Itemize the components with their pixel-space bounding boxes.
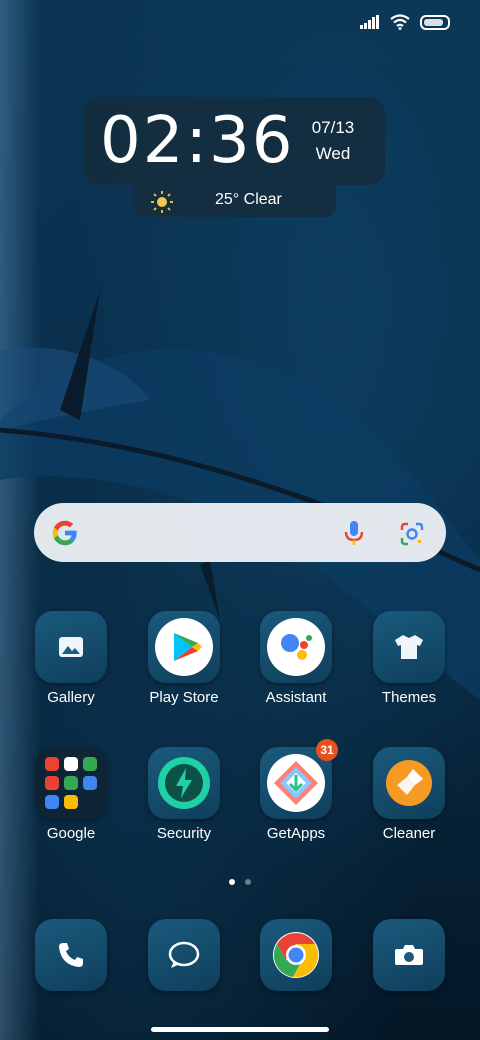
page-dot[interactable] [245, 879, 251, 885]
app-themes[interactable]: Themes [353, 611, 465, 706]
page-dot-active[interactable] [229, 879, 235, 885]
notification-badge: 31 [316, 739, 338, 761]
google-app-icon [45, 757, 59, 771]
messages-icon [168, 941, 200, 968]
cleaner-icon [373, 747, 445, 819]
app-label: Cleaner [382, 825, 436, 842]
phone-icon [59, 943, 83, 967]
camera-icon [395, 945, 423, 965]
getapps-icon: 31 [260, 739, 338, 819]
youtube-icon [45, 776, 59, 790]
photos-icon [64, 795, 78, 809]
google-lens-icon[interactable] [399, 521, 425, 547]
app-getapps[interactable]: 31 GetApps [240, 739, 352, 842]
play-store-icon [148, 611, 220, 683]
app-label: Assistant [265, 689, 327, 706]
app-label: GetApps [266, 825, 326, 842]
chrome-mini-icon [83, 757, 97, 771]
duo-icon [83, 776, 97, 790]
weather-text: 25° Clear [215, 191, 282, 208]
signal-icon [360, 15, 379, 29]
page-indicator [229, 879, 251, 885]
battery-icon [420, 14, 450, 30]
themes-icon [373, 611, 445, 683]
app-play-store[interactable]: Play Store [128, 611, 240, 706]
dock-messages[interactable] [148, 919, 220, 991]
app-google-folder[interactable]: Google [15, 747, 127, 842]
mic-icon[interactable] [342, 519, 366, 547]
gallery-icon [35, 611, 107, 683]
google-search-bar[interactable] [34, 503, 446, 562]
chrome-icon [273, 932, 319, 978]
status-bar [360, 14, 450, 30]
home-indicator[interactable] [151, 1027, 329, 1032]
app-security[interactable]: Security [128, 747, 240, 842]
battery-level [424, 18, 443, 26]
clock-weekday: Wed [315, 144, 351, 163]
dock-phone[interactable] [35, 919, 107, 991]
google-g-icon [52, 520, 77, 546]
app-label: Play Store [149, 689, 219, 706]
maps-icon [64, 776, 78, 790]
security-icon [148, 747, 220, 819]
clock-time: 02:36 [100, 104, 295, 178]
app-label: Themes [381, 689, 437, 706]
sun-icon [151, 191, 173, 213]
app-label: Gallery [47, 689, 95, 706]
wifi-icon [390, 14, 410, 30]
google-folder-icon [35, 747, 107, 819]
app-label: Google [46, 825, 96, 842]
app-cleaner[interactable]: Cleaner [353, 747, 465, 842]
app-label: Security [156, 825, 212, 842]
date-block: 07/13 Wed [300, 115, 366, 167]
clock-date: 07/13 [311, 118, 355, 137]
weather-widget[interactable]: 25° Clear [133, 185, 336, 217]
assistant-icon [260, 611, 332, 683]
youtube-music-icon [45, 795, 59, 809]
app-gallery[interactable]: Gallery [15, 611, 127, 706]
gmail-icon [64, 757, 78, 771]
dock-chrome[interactable] [260, 919, 332, 991]
app-assistant[interactable]: Assistant [240, 611, 352, 706]
dock-camera[interactable] [373, 919, 445, 991]
clock-widget[interactable]: 02:36 07/13 Wed [84, 97, 385, 185]
